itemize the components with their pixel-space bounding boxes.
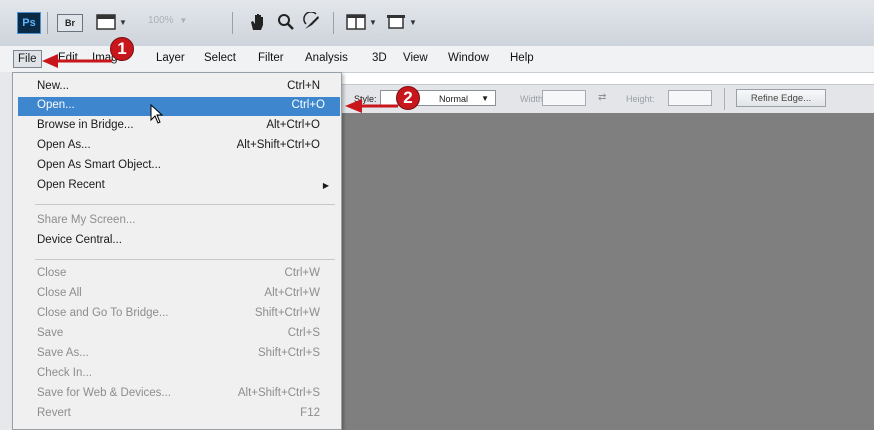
menu-filter[interactable]: Filter bbox=[258, 52, 284, 64]
menu-item-close: Close Ctrl+W bbox=[13, 265, 341, 284]
menu-item-open-as-smart-object[interactable]: Open As Smart Object... bbox=[13, 157, 341, 176]
menu-item-label: Close bbox=[37, 267, 67, 279]
menu-item-label: Share My Screen... bbox=[37, 214, 136, 226]
tools-panel-strip bbox=[0, 72, 12, 430]
chevron-down-icon: ▼ bbox=[481, 94, 489, 103]
bridge-label: Br bbox=[64, 18, 75, 28]
menu-3d[interactable]: 3D bbox=[372, 52, 387, 64]
document-workspace[interactable] bbox=[342, 113, 874, 430]
menu-item-revert: Revert F12 bbox=[13, 405, 341, 424]
menu-edit[interactable]: Edit bbox=[58, 52, 78, 64]
menu-item-shortcut: Ctrl+S bbox=[287, 327, 320, 339]
toolbar-separator bbox=[333, 12, 334, 34]
menu-item-shortcut: Shift+Ctrl+S bbox=[258, 347, 320, 359]
menu-item-label: Close All bbox=[37, 287, 82, 299]
menu-analysis[interactable]: Analysis bbox=[305, 52, 348, 64]
menu-select[interactable]: Select bbox=[204, 52, 236, 64]
chevron-down-icon: ▼ bbox=[369, 17, 377, 27]
menu-item-check-in: Check In... bbox=[13, 365, 341, 384]
photoshop-logo-icon: Ps bbox=[17, 12, 41, 34]
rotate-view-icon[interactable] bbox=[302, 10, 322, 34]
submenu-arrow-icon: ▶ bbox=[322, 181, 329, 190]
application-bar: Ps Br ▼ 100% ▼ ▼ ▼ bbox=[0, 0, 874, 47]
workspace-icon[interactable]: ▼ bbox=[386, 10, 417, 34]
menu-item-save-for-web: Save for Web & Devices... Alt+Shift+Ctrl+… bbox=[13, 385, 341, 404]
chevron-down-icon: ▼ bbox=[119, 17, 127, 27]
bridge-icon[interactable]: Br bbox=[57, 14, 83, 32]
file-menu-dropdown: New... Ctrl+N Open... Ctrl+O Browse in Bri… bbox=[12, 72, 342, 430]
zoom-tool-icon[interactable] bbox=[277, 10, 295, 34]
menu-item-save-as: Save As... Shift+Ctrl+S bbox=[13, 345, 341, 364]
hand-tool-icon[interactable] bbox=[249, 10, 267, 34]
style-value: Normal bbox=[439, 94, 469, 104]
menu-item-label: Close and Go To Bridge... bbox=[37, 307, 169, 319]
menu-item-label: New... bbox=[37, 80, 69, 92]
menu-file[interactable]: File bbox=[13, 50, 42, 68]
menu-item-shortcut: Alt+Ctrl+W bbox=[264, 287, 320, 299]
mouse-pointer-icon bbox=[150, 104, 164, 124]
chevron-down-icon: ▼ bbox=[409, 17, 417, 27]
menu-item-shortcut: Shift+Ctrl+W bbox=[254, 307, 320, 319]
zoom-level-select[interactable]: 100% ▼ bbox=[148, 15, 187, 26]
zoom-level-value: 100% bbox=[148, 15, 174, 26]
menu-item-shortcut: Ctrl+W bbox=[284, 267, 320, 279]
menu-item-close-all: Close All Alt+Ctrl+W bbox=[13, 285, 341, 304]
menu-item-shortcut: F12 bbox=[300, 407, 320, 419]
menu-item-close-and-go-to-bridge: Close and Go To Bridge... Shift+Ctrl+W bbox=[13, 305, 341, 324]
menu-item-new[interactable]: New... Ctrl+N bbox=[13, 78, 341, 97]
menu-item-label: Device Central... bbox=[37, 234, 123, 246]
options-bar: Style: Normal ▼ Width: ⇄ Height: Refine E… bbox=[340, 84, 874, 114]
menu-separator bbox=[35, 204, 335, 205]
arrange-documents-icon[interactable]: ▼ bbox=[346, 10, 377, 34]
callout-step-2: 2 bbox=[396, 86, 420, 110]
menu-item-open-as[interactable]: Open As... Alt+Shift+Ctrl+O bbox=[13, 137, 341, 156]
callout-step-1: 1 bbox=[110, 37, 134, 61]
menu-item-label: Browse in Bridge... bbox=[37, 119, 134, 131]
refine-edge-button[interactable]: Refine Edge... bbox=[736, 89, 826, 107]
menu-item-label: Save As... bbox=[37, 347, 89, 359]
menu-item-browse-in-bridge[interactable]: Browse in Bridge... Alt+Ctrl+O bbox=[13, 117, 341, 136]
menu-item-open-recent[interactable]: Open Recent ▶ bbox=[13, 177, 341, 196]
toolbar-separator bbox=[47, 12, 48, 34]
height-label: Height: bbox=[626, 94, 655, 104]
menu-window[interactable]: Window bbox=[448, 52, 489, 64]
width-field[interactable] bbox=[542, 90, 586, 106]
menu-item-label: Save bbox=[37, 327, 64, 339]
menu-item-shortcut: Alt+Shift+Ctrl+S bbox=[237, 387, 320, 399]
menu-item-open[interactable]: Open... Ctrl+O bbox=[18, 97, 340, 116]
menu-help[interactable]: Help bbox=[510, 52, 534, 64]
menu-item-shortcut: Ctrl+O bbox=[291, 99, 325, 111]
menu-item-label: Check In... bbox=[37, 367, 92, 379]
menu-item-label: Open... bbox=[37, 99, 75, 111]
menu-separator bbox=[35, 259, 335, 260]
menu-item-device-central[interactable]: Device Central... bbox=[13, 232, 341, 251]
menu-item-label: Revert bbox=[37, 407, 71, 419]
menu-item-shortcut: Alt+Ctrl+O bbox=[266, 119, 320, 131]
swap-arrows-icon[interactable]: ⇄ bbox=[598, 92, 606, 103]
toolbar-separator bbox=[232, 12, 233, 34]
menu-item-share-my-screen: Share My Screen... bbox=[13, 212, 341, 231]
menu-item-shortcut: Alt+Shift+Ctrl+O bbox=[236, 139, 320, 151]
height-field[interactable] bbox=[668, 90, 712, 106]
menu-item-label: Open Recent bbox=[37, 179, 105, 191]
screen-mode-icon[interactable]: ▼ bbox=[96, 10, 127, 34]
chevron-down-icon: ▼ bbox=[179, 16, 188, 25]
menu-item-save: Save Ctrl+S bbox=[13, 325, 341, 344]
menu-item-label: Open As Smart Object... bbox=[37, 159, 161, 171]
menu-item-label: Save for Web & Devices... bbox=[37, 387, 172, 399]
options-separator bbox=[724, 88, 725, 110]
menu-item-label: Open As... bbox=[37, 139, 91, 151]
menu-layer[interactable]: Layer bbox=[156, 52, 185, 64]
style-label: Style: bbox=[354, 94, 377, 104]
menu-item-shortcut: Ctrl+N bbox=[287, 80, 320, 92]
menu-view[interactable]: View bbox=[403, 52, 428, 64]
